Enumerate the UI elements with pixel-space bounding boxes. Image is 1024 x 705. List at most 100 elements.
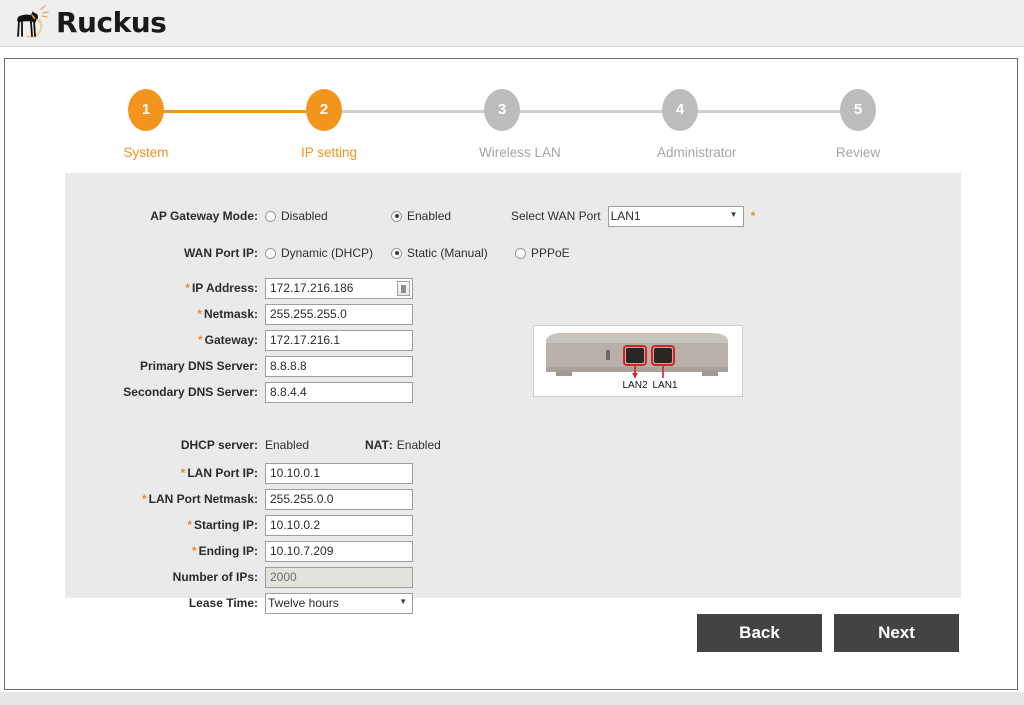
starting-ip-label: * Starting IP: xyxy=(187,518,258,532)
ip-address-picker-icon[interactable] xyxy=(397,280,410,296)
step-number-2: 2 xyxy=(306,89,342,131)
lan-port-netmask-input[interactable] xyxy=(265,488,413,510)
required-asterisk: * xyxy=(141,492,147,506)
brand-logo: Ruckus xyxy=(8,3,167,43)
ap-gateway-mode-label: AP Gateway Mode: xyxy=(150,209,258,223)
ip-address-input[interactable] xyxy=(265,277,413,299)
required-asterisk: * xyxy=(180,466,186,480)
netmask-input[interactable] xyxy=(265,303,413,325)
ending-ip-input[interactable] xyxy=(265,540,413,562)
netmask-row: * Netmask: xyxy=(65,303,413,325)
dhcp-server-label: DHCP server: xyxy=(180,438,258,452)
radio-wan-dynamic-dhcp[interactable]: Dynamic (DHCP) xyxy=(265,246,391,260)
ip-setting-panel: AP Gateway Mode: Disabled Enabled Select… xyxy=(65,173,961,614)
select-wan-port-dropdown[interactable]: LAN1 xyxy=(607,205,744,227)
step-connector-1-2 xyxy=(151,110,323,113)
brand-header: Ruckus xyxy=(0,0,1024,47)
next-button[interactable]: Next xyxy=(834,614,959,652)
wan-port-ip-row: WAN Port IP: Dynamic (DHCP) Static (Manu… xyxy=(65,242,765,264)
number-of-ips-row: Number of IPs: xyxy=(65,566,413,588)
lan-port-netmask-row: * LAN Port Netmask: xyxy=(65,488,413,510)
required-asterisk: * xyxy=(185,281,190,295)
starting-ip-row: * Starting IP: xyxy=(65,514,413,536)
starting-ip-input[interactable] xyxy=(265,514,413,536)
lease-time-dropdown[interactable]: Twelve hours xyxy=(265,592,413,614)
access-point-rear-image: LAN2 LAN1 xyxy=(533,325,743,397)
step-connector-3-4 xyxy=(501,110,679,113)
dhcp-server-value: Enabled xyxy=(265,438,310,452)
netmask-label: * Netmask: xyxy=(197,307,258,321)
wizard-step-administrator[interactable]: 4 Administrator xyxy=(657,89,737,160)
step-connector-4-5 xyxy=(679,110,857,113)
gateway-row: * Gateway: xyxy=(65,329,413,351)
radio-wan-static-manual[interactable]: Static (Manual) xyxy=(391,246,515,260)
lan-port-ip-row: * LAN Port IP: xyxy=(65,462,413,484)
wizard-footer: Back Next xyxy=(5,614,1017,660)
radio-dot-disabled xyxy=(265,210,276,222)
nat-value: Enabled xyxy=(396,438,441,452)
lan-port-ip-input[interactable] xyxy=(265,462,413,484)
wizard-step-review[interactable]: 5 Review xyxy=(835,89,881,160)
primary-dns-row: Primary DNS Server: xyxy=(65,355,413,377)
ip-address-input-wrap xyxy=(265,277,413,299)
step-label-administrator: Administrator xyxy=(657,145,737,160)
nat-colon: : xyxy=(388,438,393,452)
svg-text:LAN2: LAN2 xyxy=(622,380,647,391)
lease-time-label: Lease Time: xyxy=(188,596,258,610)
wan-port-ip-label: WAN Port IP: xyxy=(184,246,258,260)
wizard-step-ip-setting[interactable]: 2 IP setting xyxy=(301,89,358,160)
step-number-3: 3 xyxy=(484,89,520,131)
step-label-review: Review xyxy=(835,145,881,160)
required-asterisk: * xyxy=(197,333,203,347)
secondary-dns-input[interactable] xyxy=(265,381,413,403)
select-wan-port-required-marker: * xyxy=(750,209,756,223)
step-label-system: System xyxy=(123,145,169,160)
radio-wan-pppoe[interactable]: PPPoE xyxy=(515,246,570,260)
radio-label-disabled: Disabled xyxy=(281,209,328,223)
primary-dns-label: Primary DNS Server: xyxy=(139,359,258,373)
radio-ap-gateway-enabled[interactable]: Enabled xyxy=(391,209,511,223)
number-of-ips-label: Number of IPs: xyxy=(172,570,258,584)
gateway-input[interactable] xyxy=(265,329,413,351)
lan-port-ip-label: * LAN Port IP: xyxy=(180,466,258,480)
select-wan-port-wrap: LAN1 xyxy=(607,205,744,227)
dhcp-status-row: DHCP server: Enabled NAT : Enabled xyxy=(65,434,485,456)
step-connector-2-3 xyxy=(323,110,501,113)
radio-label-pppoe: PPPoE xyxy=(531,246,570,260)
lease-time-wrap: Twelve hours xyxy=(265,592,413,614)
ruckus-dog-logo-icon xyxy=(8,3,54,43)
ip-address-row: * IP Address: xyxy=(65,277,413,299)
gateway-label: * Gateway: xyxy=(197,333,258,347)
step-label-ip-setting: IP setting xyxy=(301,145,358,160)
nat-label: NAT xyxy=(365,438,389,452)
primary-dns-input[interactable] xyxy=(265,355,413,377)
lan-port-netmask-label: * LAN Port Netmask: xyxy=(141,492,258,506)
step-number-5: 5 xyxy=(840,89,876,131)
wizard-stepper: 1 System 2 IP setting 3 Wireless LAN 4 A… xyxy=(118,89,918,169)
ending-ip-label: * Ending IP: xyxy=(192,544,258,558)
ending-ip-row: * Ending IP: xyxy=(65,540,413,562)
brand-name: Ruckus xyxy=(56,6,167,39)
radio-ap-gateway-disabled[interactable]: Disabled xyxy=(265,209,391,223)
radio-dot-pppoe xyxy=(515,247,526,259)
lease-time-row: Lease Time: Twelve hours xyxy=(65,592,413,614)
radio-dot-static xyxy=(391,247,402,259)
step-number-1: 1 xyxy=(128,89,164,131)
secondary-dns-label: Secondary DNS Server: xyxy=(123,385,258,399)
step-label-wireless-lan: Wireless LAN xyxy=(479,145,561,160)
wizard-step-system[interactable]: 1 System xyxy=(123,89,169,160)
back-button[interactable]: Back xyxy=(697,614,822,652)
wizard-step-wireless-lan[interactable]: 3 Wireless LAN xyxy=(479,89,561,160)
required-asterisk: * xyxy=(197,307,202,321)
radio-dot-dynamic xyxy=(265,247,276,259)
ap-gateway-mode-row: AP Gateway Mode: Disabled Enabled Select… xyxy=(65,205,925,227)
radio-label-enabled: Enabled xyxy=(407,209,452,223)
page-bottom-edge xyxy=(0,692,1024,705)
select-wan-port-label: Select WAN Port xyxy=(511,209,601,223)
required-asterisk: * xyxy=(192,544,197,558)
step-number-4: 4 xyxy=(662,89,698,131)
secondary-dns-row: Secondary DNS Server: xyxy=(65,381,413,403)
radio-label-dynamic: Dynamic (DHCP) xyxy=(281,246,374,260)
number-of-ips-input xyxy=(265,566,413,588)
ip-address-label: * IP Address: xyxy=(185,281,258,295)
